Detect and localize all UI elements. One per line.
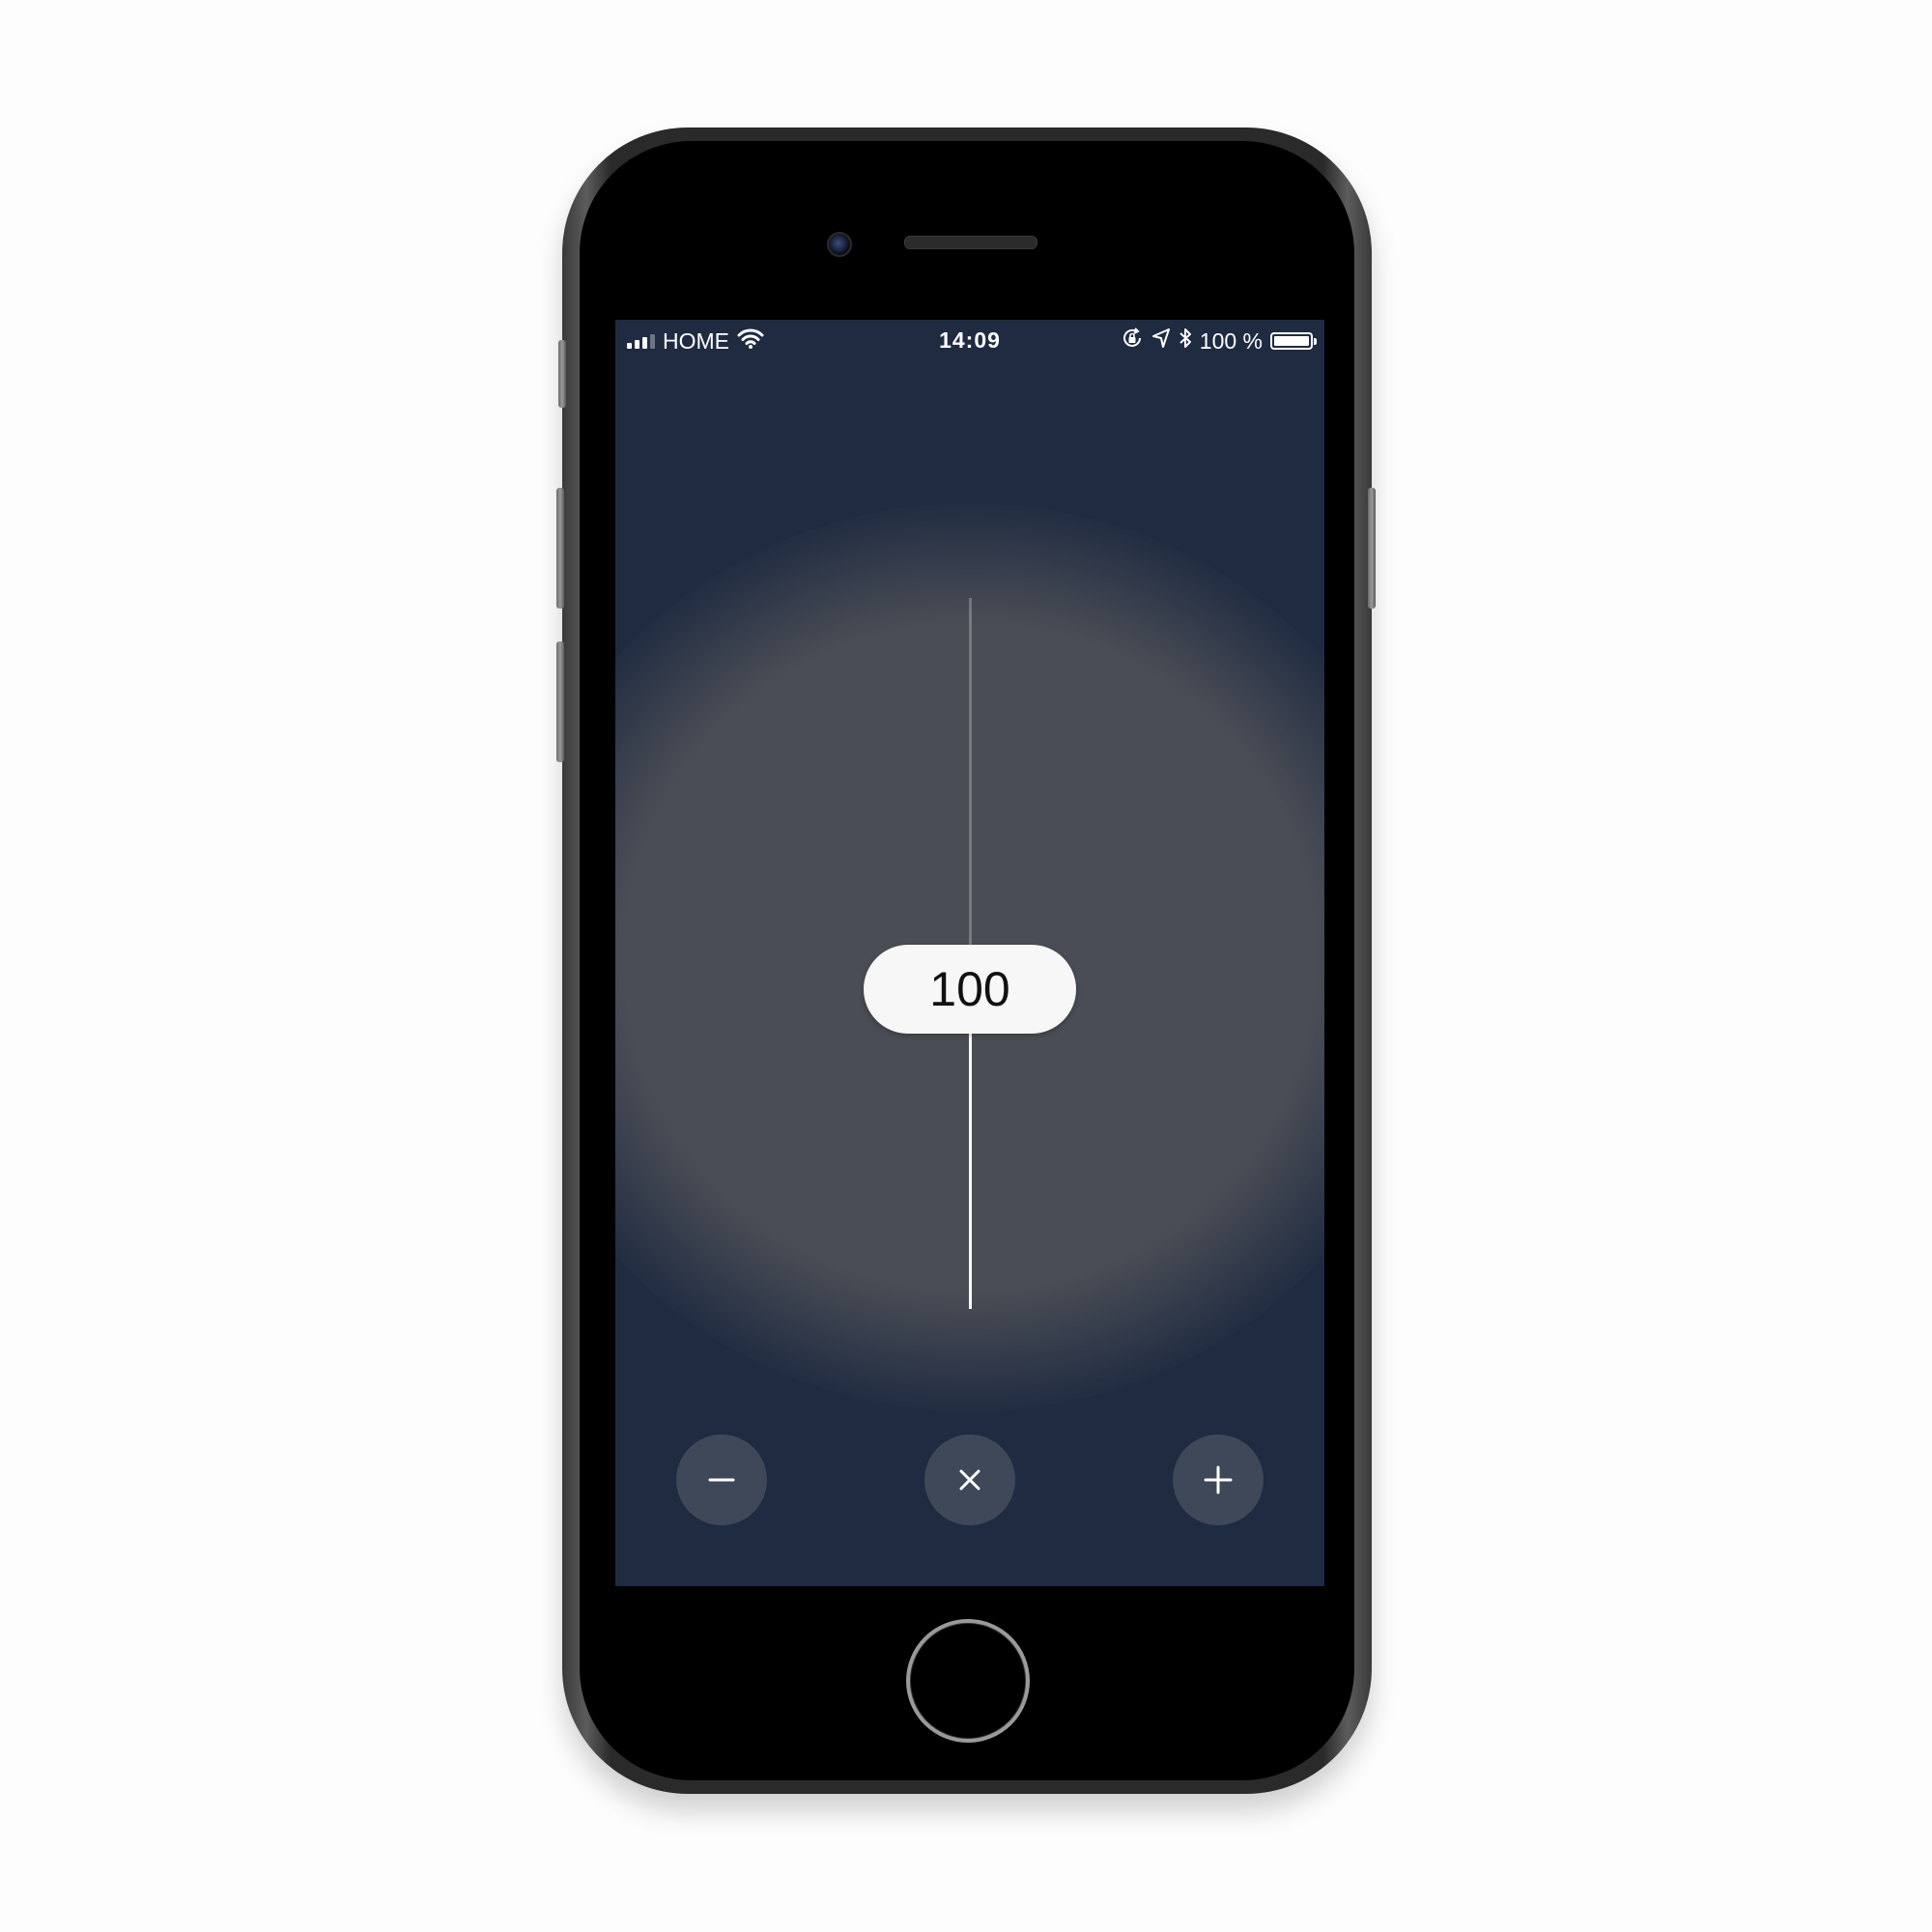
mute-switch bbox=[558, 340, 566, 408]
increase-button[interactable] bbox=[1173, 1435, 1264, 1525]
volume-up-button bbox=[556, 488, 564, 609]
status-bar-right: 100 % bbox=[1121, 327, 1317, 355]
rotation-lock-icon bbox=[1121, 327, 1144, 355]
decrease-button[interactable] bbox=[676, 1435, 767, 1525]
screen: HOME 14:09 100 % 100 bbox=[615, 320, 1324, 1586]
bluetooth-icon bbox=[1179, 327, 1192, 355]
earpiece-speaker bbox=[904, 236, 1037, 249]
status-bar: HOME 14:09 100 % bbox=[615, 320, 1324, 360]
home-button[interactable] bbox=[906, 1619, 1030, 1743]
plus-icon bbox=[1203, 1464, 1234, 1495]
location-icon bbox=[1151, 327, 1171, 355]
volume-down-button bbox=[556, 641, 564, 762]
power-button bbox=[1368, 488, 1376, 609]
battery-fill bbox=[1274, 336, 1309, 346]
battery-percent: 100 % bbox=[1199, 327, 1263, 354]
brightness-slider-fill bbox=[969, 989, 972, 1309]
front-camera bbox=[827, 232, 852, 257]
slider-value-thumb[interactable]: 100 bbox=[864, 945, 1076, 1034]
stage: HOME 14:09 100 % 100 bbox=[0, 0, 1932, 1932]
battery-icon bbox=[1270, 332, 1317, 350]
close-button[interactable] bbox=[924, 1435, 1015, 1525]
minus-icon bbox=[707, 1465, 736, 1494]
close-icon bbox=[956, 1466, 983, 1493]
